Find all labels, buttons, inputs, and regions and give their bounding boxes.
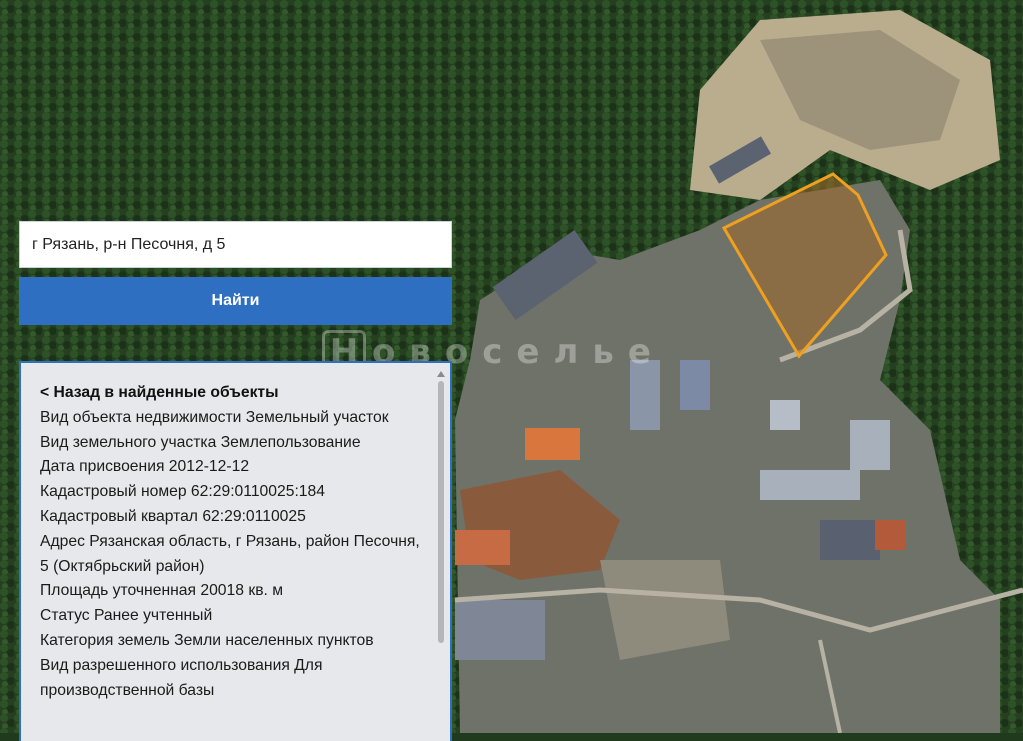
property-details-content: < Назад в найденные объекты Вид объекта … <box>21 363 450 703</box>
detail-parcel-type: Вид земельного участка Землепользование <box>40 433 361 451</box>
detail-object-type: Вид объекта недвижимости Земельный участ… <box>40 408 389 426</box>
panel-scrollbar[interactable] <box>436 371 446 731</box>
scrollbar-thumb[interactable] <box>438 381 444 643</box>
detail-assignment-date: Дата присвоения 2012-12-12 <box>40 458 250 476</box>
orange-roof <box>525 428 580 460</box>
detail-area: Площадь уточненная 20018 кв. м <box>40 582 284 600</box>
detail-permitted-use: Вид разрешенного использования Для произ… <box>40 656 323 699</box>
red-roof-small <box>875 520 905 550</box>
detail-cadastral-block: Кадастровый квартал 62:29:0110025 <box>40 507 306 525</box>
detail-land-category: Категория земель Земли населенных пункто… <box>40 631 374 649</box>
find-button[interactable]: Найти <box>19 277 452 325</box>
detail-status: Статус Ранее учтенный <box>40 607 213 625</box>
scroll-up-arrow-icon[interactable] <box>437 371 445 377</box>
detail-address: Адрес Рязанская область, г Рязань, район… <box>40 532 420 575</box>
property-details-panel: < Назад в найденные объекты Вид объекта … <box>19 361 452 741</box>
back-to-results-link[interactable]: < Назад в найденные объекты <box>40 381 426 406</box>
detail-cadastral-number: Кадастровый номер 62:29:0110025:184 <box>40 483 325 501</box>
address-search-input[interactable] <box>19 221 452 268</box>
red-roof <box>455 530 510 565</box>
